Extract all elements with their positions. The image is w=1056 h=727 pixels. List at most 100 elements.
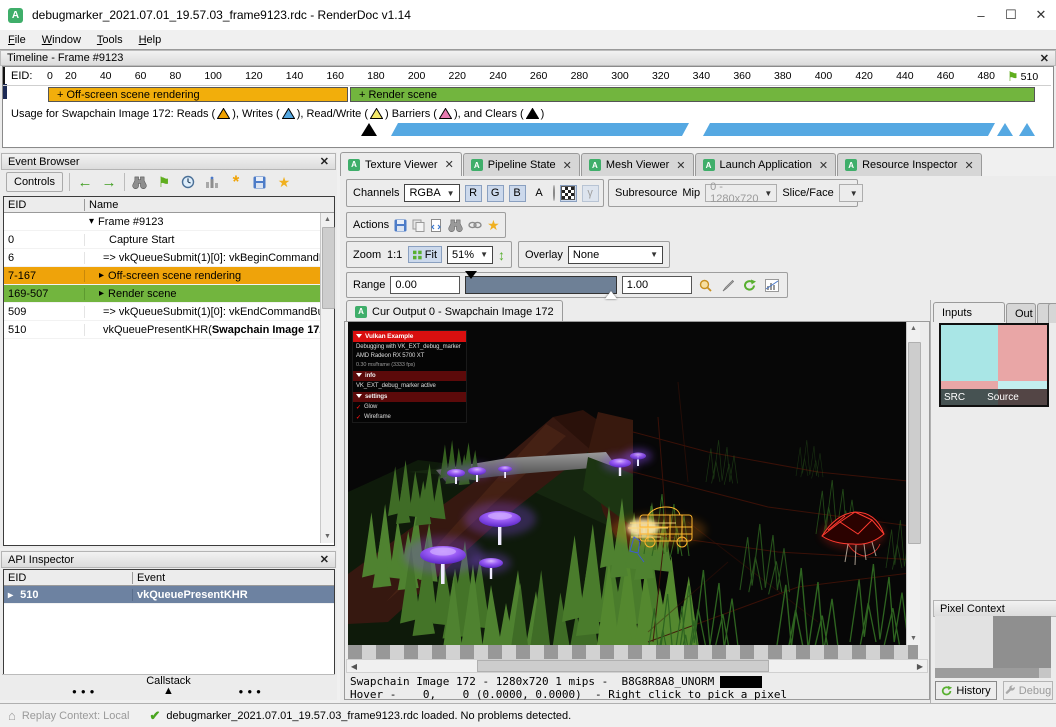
current-output-tab[interactable]: A Cur Output 0 - Swapchain Image 172 [346,300,563,322]
home-icon[interactable]: ⌂ [8,708,16,723]
collapse-chevron-icon[interactable]: ▾ [89,216,94,227]
slice-face-dropdown[interactable]: ▼ [839,184,863,202]
autofit-picker-icon[interactable] [719,276,736,294]
scroll-up-icon[interactable]: ▲ [321,213,334,226]
statistics-icon[interactable] [203,173,221,191]
red-channel-button[interactable]: R [465,185,482,202]
expand-chevron-icon[interactable]: ▸ [99,270,104,281]
event-row[interactable]: 0 Capture Start [4,231,334,249]
event-browser-scrollbar[interactable]: ▲ ▼ [320,213,334,543]
blue-channel-button[interactable]: B [509,185,526,202]
clear-event-marker[interactable] [361,123,377,136]
histogram-icon[interactable] [764,276,781,294]
texture-vscrollbar[interactable]: ▲ ▼ [906,322,920,645]
rendered-texture[interactable]: Vulkan Example Debugging with VK_EXT_deb… [348,322,918,645]
api-event-row-selected[interactable]: ▸ 510 vkQueuePresentKHR [4,586,334,604]
tab-close-icon[interactable]: ✕ [563,159,572,172]
event-row-frame[interactable]: ▾Frame #9123 [4,213,334,231]
tab-texture-viewer[interactable]: A Texture Viewer✕ [340,152,462,176]
filter-icon[interactable]: * [227,173,245,191]
tab-close-icon[interactable]: ✕ [676,159,685,172]
eid-column-header[interactable]: EID [4,199,85,211]
bookmark-flag-icon[interactable]: ⚑ [155,173,173,191]
save-icon[interactable] [251,173,269,191]
tab-resource-inspector[interactable]: A Resource Inspector✕ [837,153,982,176]
copy-icon[interactable] [412,216,425,234]
menu-window[interactable]: Window [34,32,89,48]
tab-outputs[interactable]: Out [1006,303,1036,323]
find-event-icon[interactable] [131,173,149,191]
scroll-down-icon[interactable]: ▼ [907,632,920,645]
zoom-level-dropdown[interactable]: 51%▼ [447,246,493,264]
event-row[interactable]: 509 => vkQueueSubmit(1)[0]: vkEndCommand… [4,303,334,321]
eid-column-header[interactable]: EID [4,572,133,584]
scroll-left-icon[interactable]: ◀ [347,662,361,671]
range-min-input[interactable]: 0.00 [390,276,460,294]
maximize-button[interactable]: ☐ [996,3,1026,27]
splitter-handle-icon[interactable]: ▲ [163,685,174,697]
timeline-marker-render[interactable]: + Render scene [350,87,1035,102]
open-in-editor-icon[interactable] [430,216,443,234]
name-column-header[interactable]: Name [85,199,334,211]
pixel-context-preview[interactable] [935,616,1051,678]
alpha-channel-button[interactable]: A [531,185,548,202]
menu-file[interactable]: File [0,32,34,48]
tab-close-icon[interactable]: ✕ [964,159,973,172]
range-max-input[interactable]: 1.00 [622,276,692,294]
event-browser-close-icon[interactable]: ✕ [320,155,329,168]
event-row-offscreen-marker[interactable]: 7-167 ▸Off-screen scene rendering [4,267,334,285]
next-event-icon[interactable]: → [100,173,118,191]
menu-tools[interactable]: Tools [89,32,131,48]
tab-mesh-viewer[interactable]: A Mesh Viewer✕ [581,153,694,176]
usage-marker-2[interactable] [1019,123,1035,136]
color-wheel-icon[interactable] [553,185,555,201]
range-slider[interactable] [465,276,617,294]
green-channel-button[interactable]: G [487,185,504,202]
resource-link-icon[interactable] [468,216,482,234]
bookmark-star-icon[interactable]: ★ [275,173,293,191]
mip-dropdown[interactable]: 0 - 1280x720▼ [705,184,777,202]
timeline-marker-offscreen[interactable]: + Off-screen scene rendering [48,87,348,102]
timeline-body[interactable]: EID: 0 204060801001201401601802002202402… [2,66,1054,148]
timeline-close-icon[interactable]: ✕ [1040,52,1049,65]
replay-context[interactable]: Replay Context: Local [22,710,130,722]
black-point-handle[interactable] [465,271,477,279]
find-icon[interactable] [448,216,463,234]
api-inspector-close-icon[interactable]: ✕ [320,553,329,566]
zoom-1-1-button[interactable]: 1:1 [386,246,403,263]
tab-pipeline-state[interactable]: A Pipeline State✕ [463,153,580,176]
overlay-dropdown[interactable]: None▼ [568,246,663,264]
reset-range-icon[interactable] [741,276,758,294]
usage-bar-1[interactable] [391,123,689,136]
expand-chevron-icon[interactable]: ▸ [8,590,13,601]
history-button[interactable]: History [935,681,997,700]
zoom-range-icon[interactable] [697,276,714,294]
scroll-up-icon[interactable]: ▲ [907,322,920,335]
scroll-right-icon[interactable]: ▶ [913,662,927,671]
prev-event-icon[interactable]: ← [76,173,94,191]
menu-help[interactable]: Help [131,32,170,48]
save-icon[interactable] [394,216,407,234]
input-texture-thumbnail[interactable]: SRC Source [939,323,1049,407]
tab-close-icon[interactable]: ✕ [819,159,828,172]
scroll-down-icon[interactable]: ▼ [321,530,334,543]
custom-shader-star-icon[interactable]: ★ [487,216,500,234]
flip-vertical-icon[interactable]: ↕ [498,247,505,263]
controls-button[interactable]: Controls [6,172,63,192]
white-point-handle[interactable] [605,291,617,299]
expand-chevron-icon[interactable]: ▸ [99,288,104,299]
usage-marker-1[interactable] [997,123,1013,136]
gamma-button[interactable]: γ [582,185,599,202]
texture-hscrollbar[interactable]: ◀ ▶ [346,659,928,673]
channels-dropdown[interactable]: RGBA▼ [404,184,459,202]
tab-stub[interactable] [1048,303,1056,323]
timer-icon[interactable] [179,173,197,191]
close-button[interactable]: ✕ [1026,3,1056,27]
minimize-button[interactable]: – [966,3,996,27]
tab-launch-application[interactable]: A Launch Application✕ [695,153,837,176]
fit-button[interactable]: Fit [408,246,442,263]
event-row-present[interactable]: 510 vkQueuePresentKHR( Swapchain Image 1… [4,321,334,339]
tab-close-icon[interactable]: ✕ [445,158,454,171]
timeline-ruler[interactable]: EID: 0 204060801001201401601802002202402… [3,69,1051,86]
event-row-render-marker[interactable]: 169-507 ▸Render scene [4,285,334,303]
